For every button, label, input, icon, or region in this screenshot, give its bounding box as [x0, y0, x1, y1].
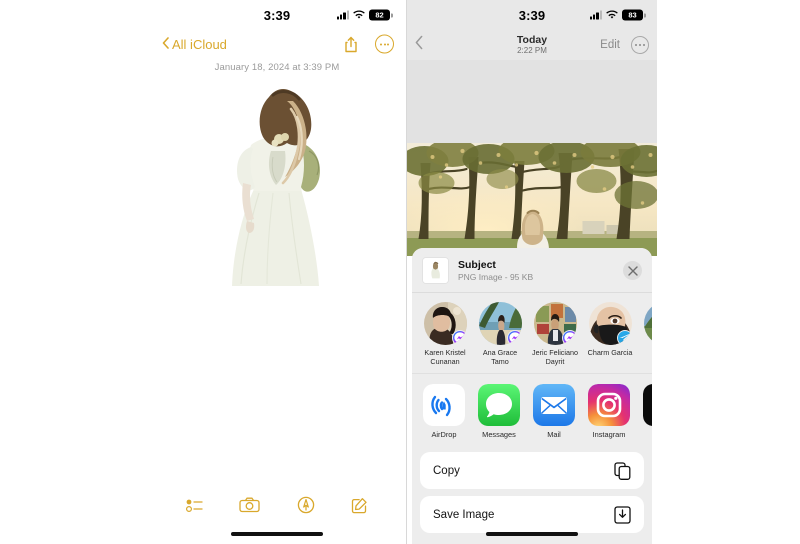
avatar — [478, 302, 522, 345]
contact-item[interactable]: Karen Kristel Cunanan — [422, 302, 468, 366]
note-timestamp: 2:22 PM — [517, 45, 547, 55]
contact-name: S — [642, 348, 652, 357]
left-bottom-toolbar — [150, 496, 404, 514]
save-download-icon — [614, 505, 631, 524]
chevron-left-icon — [162, 36, 169, 52]
contacts-row: Karen Kristel Cunanan Ana Grace Tamo Jer… — [412, 293, 652, 373]
instagram-icon — [588, 384, 630, 426]
app-item-messages[interactable]: Messages — [477, 384, 521, 439]
action-label: Copy — [433, 464, 460, 477]
avatar — [423, 302, 467, 345]
action-label: Save Image — [433, 508, 495, 521]
note-title: Today — [516, 33, 548, 46]
wifi-icon — [353, 10, 365, 20]
edit-button[interactable]: Edit — [600, 39, 620, 51]
photo-date-label: January 18, 2024 at 3:39 PM — [214, 62, 340, 73]
share-sheet-header: Subject PNG Image - 95 KB — [412, 248, 652, 292]
status-indicators: 83 — [589, 9, 646, 21]
contact-name: Karen Kristel Cunanan — [424, 348, 466, 366]
back-button-all-icloud[interactable]: All iCloud — [162, 37, 227, 52]
note-blank-area — [407, 60, 657, 143]
left-phone-panel: 3:39 82 All iCloud January 18, 2024 at 3… — [150, 0, 404, 544]
apps-row: AirDrop Messages Mail Instagram — [412, 373, 652, 446]
copy-icon — [614, 461, 631, 480]
airdrop-icon — [423, 384, 465, 426]
avatar — [533, 302, 577, 345]
contact-item[interactable]: Jeric Feliciano Dayrit — [532, 302, 578, 366]
cellular-signal-icon — [336, 10, 349, 20]
left-nav-bar: All iCloud — [150, 30, 404, 58]
share-sheet: Subject PNG Image - 95 KB Karen Kristel … — [412, 248, 652, 544]
messenger-badge-icon — [506, 330, 522, 345]
app-label: AirDrop — [431, 430, 457, 439]
action-row-save-image[interactable]: Save Image — [420, 496, 644, 533]
messenger-badge-icon — [561, 330, 577, 345]
close-icon[interactable] — [623, 261, 642, 280]
app-item-airdrop[interactable]: AirDrop — [422, 384, 466, 439]
right-status-bar: 3:39 83 — [407, 0, 657, 30]
contact-name: Jeric Feliciano Dayrit — [532, 348, 578, 366]
battery-level: 82 — [375, 10, 384, 20]
camera-icon[interactable] — [239, 497, 261, 513]
mail-icon — [533, 384, 575, 426]
app-label: Messages — [482, 430, 516, 439]
screenshot-stage: 3:39 82 All iCloud January 18, 2024 at 3… — [0, 0, 800, 544]
battery-level: 83 — [628, 10, 637, 20]
messenger-badge-icon — [451, 330, 467, 345]
note-title-block: Today 2:22 PM — [516, 33, 548, 55]
more-circle-icon[interactable] — [375, 34, 394, 54]
app-item-mail[interactable]: Mail — [532, 384, 576, 439]
share-item-subtitle: PNG Image - 95 KB — [458, 272, 534, 283]
subject-thumbnail — [422, 257, 449, 284]
avatar — [588, 302, 632, 345]
home-indicator — [231, 532, 323, 536]
app-label: Instagram — [592, 430, 626, 439]
right-nav-bar: Today 2:22 PM Edit — [407, 30, 657, 60]
more-circle-icon[interactable] — [631, 36, 649, 54]
right-phone-panel: 3:39 83 Today 2:22 PM Edit Subject PNG I… — [406, 0, 657, 544]
left-status-bar: 3:39 82 — [150, 0, 404, 30]
battery-icon: 83 — [622, 9, 646, 21]
right-nav-actions: Edit — [600, 36, 649, 54]
contact-item[interactable]: S — [642, 302, 652, 366]
telegram-badge-icon — [616, 330, 632, 345]
list-view-icon[interactable] — [186, 498, 203, 513]
left-nav-actions — [344, 34, 394, 54]
wifi-icon — [606, 10, 618, 20]
messages-icon — [478, 384, 520, 426]
contact-name: Ana Grace Tamo — [482, 348, 518, 366]
action-row-copy[interactable]: Copy — [420, 452, 644, 489]
status-time: 3:39 — [263, 7, 291, 23]
contact-name: Charm Garcia — [587, 348, 633, 357]
status-indicators: 82 — [336, 9, 393, 21]
back-button-label: All iCloud — [172, 36, 227, 52]
compose-icon[interactable] — [351, 497, 368, 514]
contact-item[interactable]: Ana Grace Tamo — [477, 302, 523, 366]
avatar — [643, 302, 652, 345]
battery-icon: 82 — [369, 9, 393, 21]
share-actions-list: Copy Save Image — [412, 446, 652, 533]
chevron-left-icon[interactable] — [415, 35, 423, 55]
share-item-meta: Subject PNG Image - 95 KB — [458, 259, 614, 283]
partial-app-icon — [643, 384, 652, 426]
share-item-title: Subject — [458, 258, 496, 271]
note-photo-autumn-trees[interactable] — [407, 143, 657, 256]
home-indicator — [486, 532, 578, 536]
cellular-signal-icon — [589, 10, 602, 20]
app-item-instagram[interactable]: Instagram — [587, 384, 631, 439]
status-time: 3:39 — [518, 7, 546, 23]
markup-icon[interactable] — [297, 496, 315, 514]
share-icon[interactable] — [344, 35, 358, 53]
app-item-partial[interactable] — [642, 384, 652, 439]
app-label: Mail — [547, 430, 561, 439]
contact-item[interactable]: Charm Garcia — [587, 302, 633, 366]
cutout-subject-image[interactable] — [213, 81, 341, 299]
